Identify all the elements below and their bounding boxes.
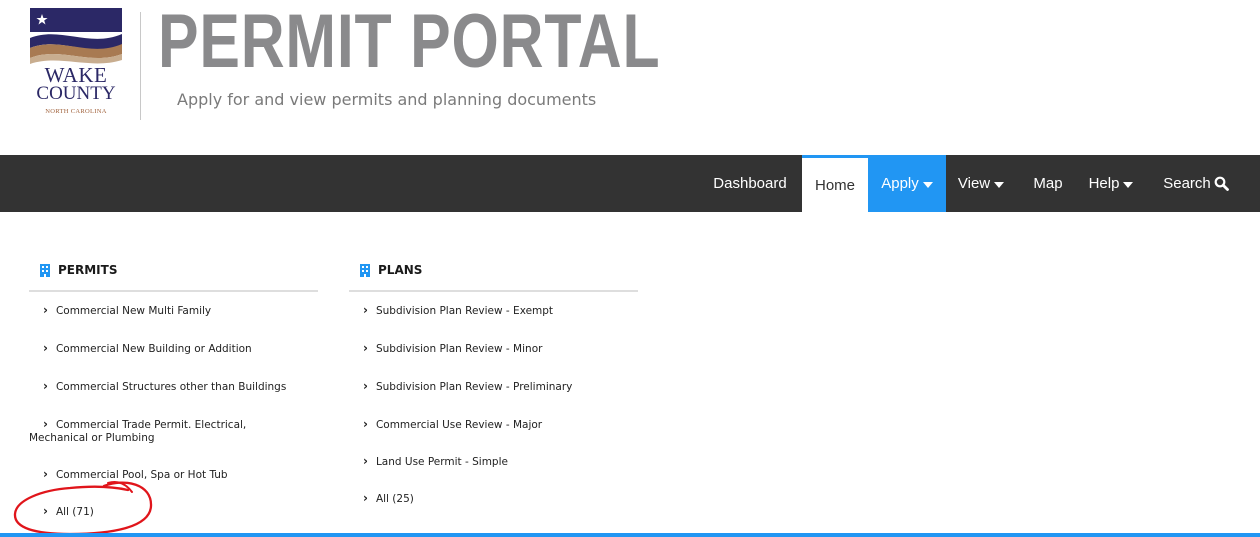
- logo-state-text: NORTH CAROLINA: [45, 108, 107, 115]
- bottom-accent-line: [0, 533, 1260, 537]
- building-icon: [360, 263, 370, 277]
- permit-link-structures[interactable]: › Commercial Structures other than Buildi…: [43, 380, 286, 394]
- list-item-label: Commercial New Multi Family: [55, 305, 212, 317]
- chevron-down-icon: [922, 181, 933, 188]
- nav-map[interactable]: Map: [1022, 155, 1074, 212]
- permits-heading: PERMITS: [40, 261, 117, 279]
- nav-help[interactable]: Help: [1074, 155, 1148, 212]
- nav-search-label: Search: [1163, 175, 1211, 192]
- chevron-right-icon: ›: [43, 341, 48, 355]
- list-item-label: Mechanical or Plumbing: [29, 432, 155, 444]
- header: WAKE COUNTY NORTH CAROLINA PERMIT PORTAL…: [0, 0, 1260, 155]
- nav-help-label: Help: [1088, 175, 1120, 192]
- plan-link-commercial-use[interactable]: › Commercial Use Review - Major: [363, 418, 542, 432]
- nav-search[interactable]: Search: [1152, 155, 1240, 212]
- navbar: Dashboard Home Apply View Map Help Searc…: [0, 155, 1260, 212]
- permits-heading-text: PERMITS: [58, 263, 118, 277]
- list-item-label: Commercial Trade Permit. Electrical,: [55, 419, 247, 431]
- list-item-label: Commercial New Building or Addition: [55, 343, 252, 355]
- red-circle-annotation: [13, 481, 153, 536]
- logo-wake-text: WAKE: [44, 63, 108, 87]
- nav-dashboard[interactable]: Dashboard: [704, 155, 796, 212]
- chevron-right-icon: ›: [363, 454, 368, 468]
- plan-link-preliminary[interactable]: › Subdivision Plan Review - Preliminary: [363, 380, 572, 394]
- logo-county-text: COUNTY: [36, 83, 116, 104]
- permit-link-new-building[interactable]: › Commercial New Building or Addition: [43, 342, 252, 356]
- nav-apply-label: Apply: [881, 175, 919, 192]
- chevron-right-icon: ›: [363, 491, 368, 505]
- nav-view-label: View: [957, 175, 991, 192]
- list-item-label: All (25): [375, 493, 414, 505]
- plans-heading-text: PLANS: [378, 263, 423, 277]
- list-item-label: Subdivision Plan Review - Preliminary: [375, 381, 573, 393]
- plan-link-all[interactable]: › All (25): [363, 492, 414, 506]
- permits-divider: [29, 290, 318, 292]
- header-divider: [140, 12, 141, 120]
- plan-link-land-use[interactable]: › Land Use Permit - Simple: [363, 455, 508, 469]
- chevron-down-icon: [994, 181, 1005, 188]
- nav-map-label: Map: [1033, 175, 1063, 192]
- permit-link-trade-line2[interactable]: Mechanical or Plumbing: [29, 432, 155, 445]
- nav-home-label: Home: [814, 176, 855, 194]
- list-item-label: Subdivision Plan Review - Exempt: [375, 305, 554, 317]
- nav-dashboard-label: Dashboard: [713, 175, 787, 192]
- chevron-down-icon: [1123, 181, 1134, 188]
- nav-home[interactable]: Home: [802, 155, 868, 212]
- plans-heading: PLANS: [360, 261, 422, 279]
- chevron-right-icon: ›: [363, 341, 368, 355]
- nav-apply[interactable]: Apply: [868, 155, 946, 212]
- chevron-right-icon: ›: [43, 417, 48, 431]
- page-title: PERMIT PORTAL: [158, 0, 661, 84]
- building-icon: [40, 263, 50, 277]
- plan-link-minor[interactable]: › Subdivision Plan Review - Minor: [363, 342, 542, 356]
- chevron-right-icon: ›: [363, 303, 368, 317]
- search-icon: [1214, 176, 1229, 191]
- chevron-right-icon: ›: [363, 417, 368, 431]
- plan-link-exempt[interactable]: › Subdivision Plan Review - Exempt: [363, 304, 553, 318]
- chevron-right-icon: ›: [363, 379, 368, 393]
- nav-view[interactable]: View: [948, 155, 1014, 212]
- list-item-label: Subdivision Plan Review - Minor: [375, 343, 543, 355]
- plans-divider: [349, 290, 638, 292]
- list-item-label: Land Use Permit - Simple: [375, 456, 508, 468]
- list-item-label: Commercial Use Review - Major: [375, 419, 543, 431]
- permit-link-trade[interactable]: › Commercial Trade Permit. Electrical,: [43, 418, 246, 432]
- page-subtitle: Apply for and view permits and planning …: [177, 90, 597, 109]
- chevron-right-icon: ›: [43, 379, 48, 393]
- permit-link-multi-family[interactable]: › Commercial New Multi Family: [43, 304, 211, 318]
- chevron-right-icon: ›: [43, 303, 48, 317]
- list-item-label: Commercial Structures other than Buildin…: [55, 381, 287, 393]
